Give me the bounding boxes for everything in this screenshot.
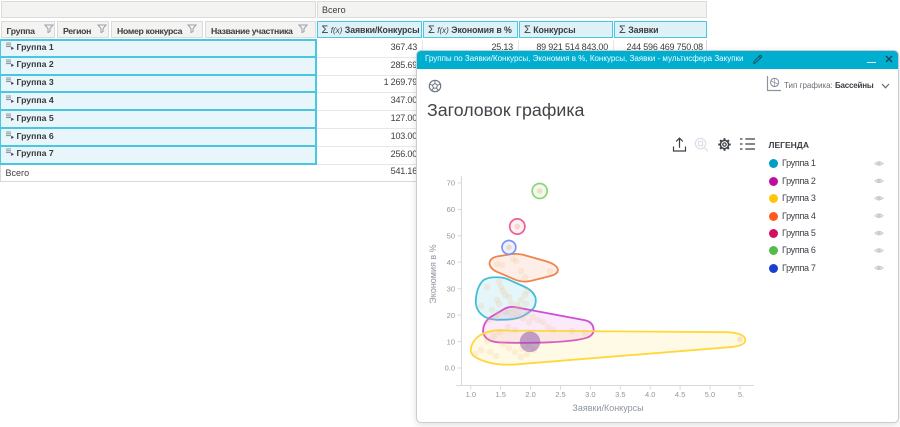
svg-text:60: 60 <box>447 205 455 214</box>
svg-text:50: 50 <box>447 232 455 241</box>
svg-text:Экономия в %: Экономия в % <box>428 244 438 303</box>
svg-text:1.5: 1.5 <box>495 390 505 399</box>
svg-text:4.5: 4.5 <box>675 390 685 399</box>
svg-text:3.0: 3.0 <box>585 390 595 399</box>
svg-text:0.0: 0.0 <box>445 364 455 373</box>
svg-text:4.0: 4.0 <box>645 390 655 399</box>
svg-text:Заявки/Конкурсы: Заявки/Конкурсы <box>572 403 643 413</box>
svg-text:5.: 5. <box>738 390 744 399</box>
svg-text:30: 30 <box>447 284 455 293</box>
svg-text:10: 10 <box>447 337 455 346</box>
svg-text:5.0: 5.0 <box>705 390 715 399</box>
svg-text:70: 70 <box>447 179 455 188</box>
svg-text:3.5: 3.5 <box>615 390 625 399</box>
svg-text:2.0: 2.0 <box>525 390 535 399</box>
svg-text:20: 20 <box>447 311 455 320</box>
svg-text:40: 40 <box>447 258 455 267</box>
svg-text:2.5: 2.5 <box>555 390 565 399</box>
svg-text:1.0: 1.0 <box>466 390 476 399</box>
